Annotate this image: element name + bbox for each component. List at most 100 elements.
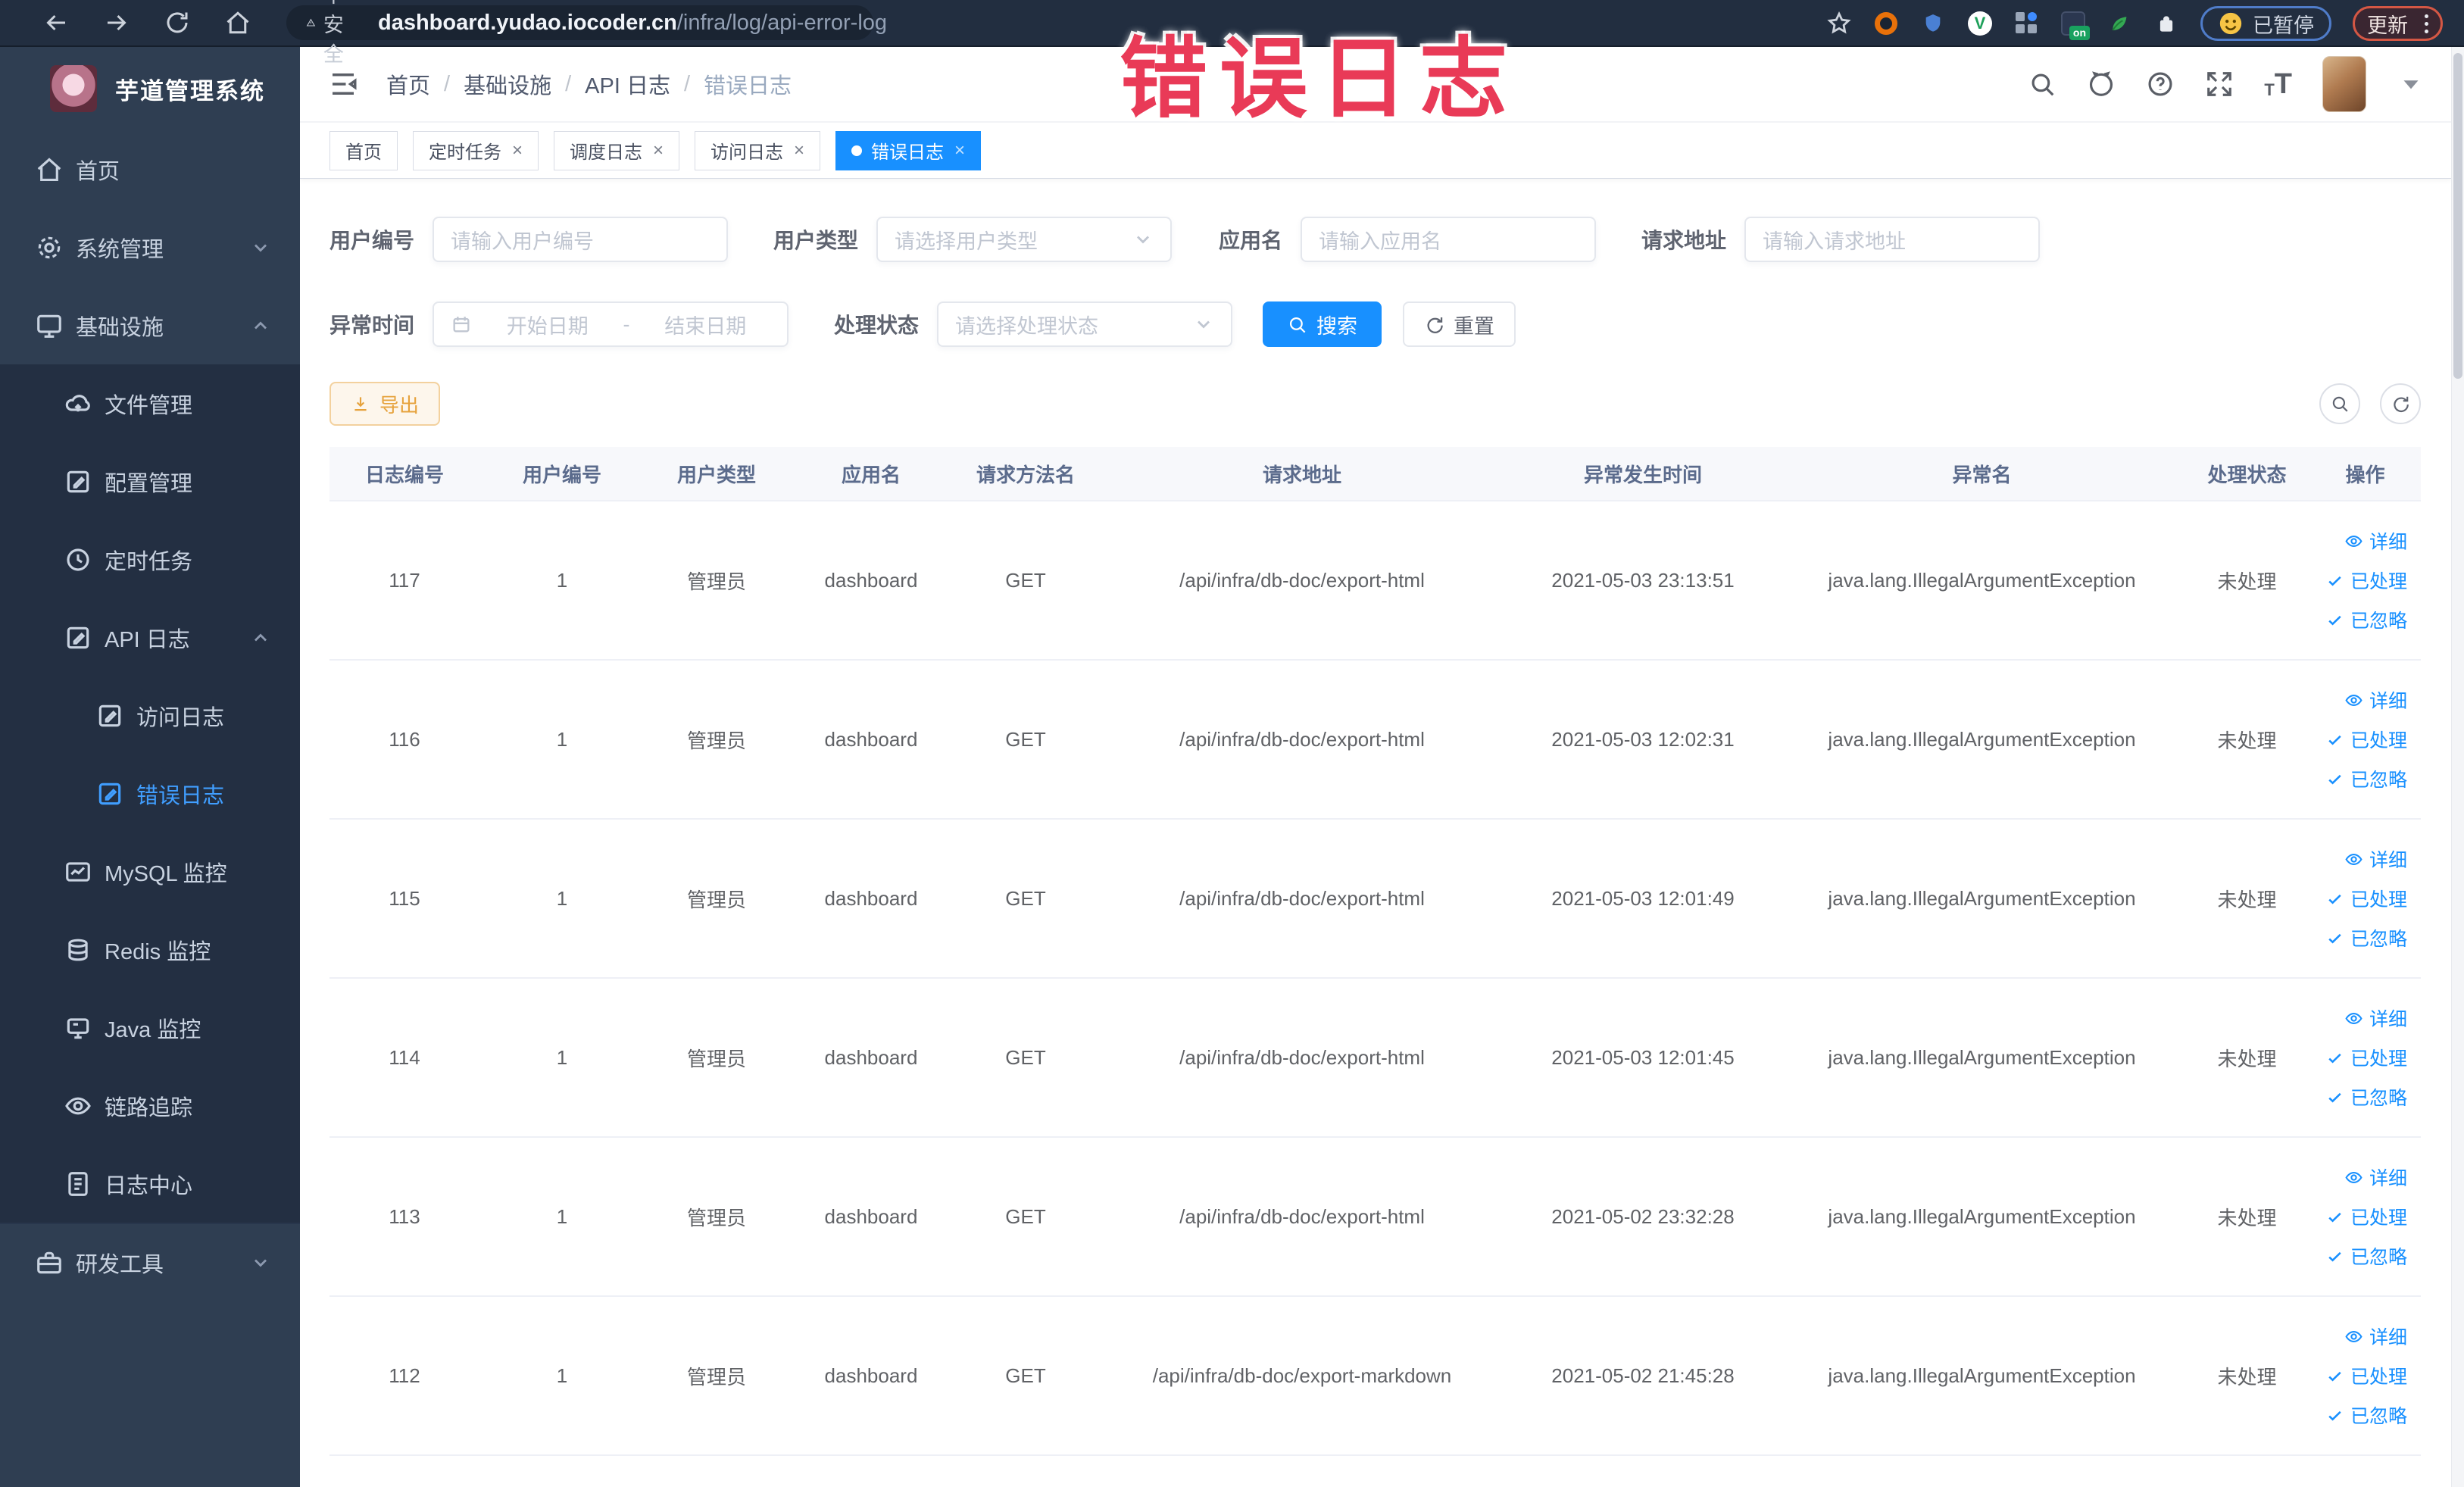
breadcrumb-item[interactable]: API 日志 (585, 68, 670, 100)
sidebar-item-infra[interactable]: 基础设施 (0, 286, 300, 364)
sidebar-toggle-icon[interactable] (327, 68, 359, 100)
action-processed[interactable]: 已处理 (2325, 567, 2407, 594)
sidebar-item-job[interactable]: 定时任务 (0, 520, 300, 598)
home-icon[interactable] (224, 9, 251, 36)
security-indicator[interactable]: 不安全 (306, 0, 354, 67)
sidebar-item-java[interactable]: Java 监控 (0, 989, 300, 1067)
cell-exception: java.lang.IllegalArgumentException (1828, 1045, 2136, 1069)
refresh-table-button[interactable] (2380, 383, 2421, 424)
action-processed[interactable]: 已处理 (2325, 1044, 2407, 1071)
tab-job[interactable]: 定时任务 × (413, 130, 539, 170)
action-detail[interactable]: 详细 (2344, 845, 2407, 873)
sidebar-item-system[interactable]: 系统管理 (0, 208, 300, 286)
fullscreen-icon[interactable] (2205, 70, 2234, 98)
browser-menu-icon[interactable] (2425, 14, 2428, 33)
sidebar-item-error-log[interactable]: 错误日志 (0, 754, 300, 833)
close-icon[interactable]: × (512, 140, 523, 161)
action-processed[interactable]: 已处理 (2325, 726, 2407, 753)
sidebar-item-redis[interactable]: Redis 监控 (0, 911, 300, 989)
action-ignored[interactable]: 已忽略 (2325, 765, 2407, 792)
close-icon[interactable]: × (653, 140, 664, 161)
action-detail[interactable]: 详细 (2344, 1323, 2407, 1350)
reset-button[interactable]: 重置 (1403, 301, 1516, 347)
github-icon[interactable] (2087, 70, 2116, 98)
export-button[interactable]: 导出 (329, 382, 441, 426)
search-button[interactable]: 搜索 (1263, 301, 1382, 347)
help-icon[interactable] (2146, 70, 2175, 98)
check-icon (2325, 1048, 2344, 1067)
tab-job-log[interactable]: 调度日志 × (554, 130, 680, 170)
breadcrumb: 首页 / 基础设施 / API 日志 / 错误日志 (386, 68, 792, 100)
back-icon[interactable] (42, 9, 70, 36)
sidebar-item-home[interactable]: 首页 (0, 130, 300, 208)
extension-grid-icon[interactable] (2014, 11, 2040, 36)
action-processed[interactable]: 已处理 (2325, 1362, 2407, 1389)
sidebar-item-label: 研发工具 (76, 1252, 164, 1277)
extension-orange-icon[interactable] (1873, 11, 1899, 36)
reload-icon[interactable] (164, 9, 191, 36)
action-label: 已处理 (2350, 1367, 2407, 1388)
search-icon[interactable] (2028, 70, 2056, 98)
font-size-icon[interactable]: TT (2264, 70, 2292, 98)
sidebar-item-log-center[interactable]: 日志中心 (0, 1145, 300, 1223)
extensions-puzzle-icon[interactable] (2153, 11, 2179, 36)
sidebar-item-config[interactable]: 配置管理 (0, 442, 300, 520)
action-ignored[interactable]: 已忽略 (2325, 1083, 2407, 1111)
column-header: 应用名 (841, 463, 901, 486)
extension-v-icon[interactable]: V (1967, 11, 1993, 36)
table-quick-actions (2319, 383, 2421, 424)
request-url-input[interactable]: 请输入请求地址 (1744, 217, 2040, 262)
cell-app: dashboard (824, 727, 918, 751)
app-name-input[interactable]: 请输入应用名 (1301, 217, 1596, 262)
bookmark-star-icon[interactable] (1826, 11, 1852, 36)
action-detail[interactable]: 详细 (2344, 1004, 2407, 1032)
monitor-icon (35, 311, 64, 340)
action-ignored[interactable]: 已忽略 (2325, 924, 2407, 951)
address-bar[interactable]: 不安全 dashboard.yudao.iocoder.cn/infra/log… (286, 0, 887, 66)
sidebar-item-access-log[interactable]: 访问日志 (0, 676, 300, 754)
breadcrumb-item[interactable]: 基础设施 (464, 68, 551, 100)
date-range-picker[interactable]: 开始日期 - 结束日期 (433, 301, 789, 347)
app-logo-row[interactable]: 芋道管理系统 (0, 47, 300, 112)
sidebar-item-file[interactable]: 文件管理 (0, 364, 300, 442)
close-icon[interactable]: × (794, 140, 804, 161)
sidebar-item-dev-tools[interactable]: 研发工具 (0, 1223, 300, 1301)
extension-shield-icon[interactable] (1920, 11, 1946, 36)
user-type-select[interactable]: 请选择用户类型 (876, 217, 1172, 262)
action-ignored[interactable]: 已忽略 (2325, 1242, 2407, 1270)
tab-home[interactable]: 首页 (329, 130, 398, 170)
scrollbar-thumb[interactable] (2453, 53, 2462, 379)
forward-icon[interactable] (103, 9, 130, 36)
layers-icon (64, 936, 92, 964)
tab-access-log[interactable]: 访问日志 × (695, 130, 821, 170)
extension-on-toggle-icon[interactable]: on (2061, 11, 2090, 40)
breadcrumb-separator: / (565, 71, 572, 96)
tab-error-log[interactable]: 错误日志 × (835, 130, 982, 170)
sidebar-item-trace[interactable]: 链路追踪 (0, 1067, 300, 1145)
action-processed[interactable]: 已处理 (2325, 885, 2407, 912)
action-detail[interactable]: 详细 (2344, 686, 2407, 714)
action-ignored[interactable]: 已忽略 (2325, 606, 2407, 633)
chevron-down-icon (1193, 314, 1214, 335)
check-icon (2325, 1247, 2344, 1266)
user-id-input[interactable]: 请输入用户编号 (433, 217, 728, 262)
sidebar-item-mysql[interactable]: MySQL 监控 (0, 833, 300, 911)
action-detail[interactable]: 详细 (2344, 1164, 2407, 1191)
page-scrollbar[interactable] (2451, 47, 2464, 1487)
process-status-select[interactable]: 请选择处理状态 (937, 301, 1232, 347)
close-icon[interactable]: × (954, 140, 965, 161)
breadcrumb-item[interactable]: 首页 (386, 68, 430, 100)
paused-extension-badge[interactable]: 已暂停 (2200, 6, 2331, 41)
chevron-down-icon[interactable] (2397, 70, 2425, 98)
browser-update-button[interactable]: 更新 (2353, 6, 2443, 41)
action-processed[interactable]: 已处理 (2325, 1203, 2407, 1230)
avatar[interactable] (2322, 56, 2366, 112)
action-ignored[interactable]: 已忽略 (2325, 1401, 2407, 1429)
cloud-icon (64, 389, 92, 418)
check-icon (2325, 730, 2344, 749)
action-label: 详细 (2369, 850, 2407, 871)
sidebar-item-api-log[interactable]: API 日志 (0, 598, 300, 676)
toggle-search-button[interactable] (2319, 383, 2360, 424)
extension-leaf-icon[interactable] (2106, 11, 2132, 36)
action-detail[interactable]: 详细 (2344, 527, 2407, 555)
